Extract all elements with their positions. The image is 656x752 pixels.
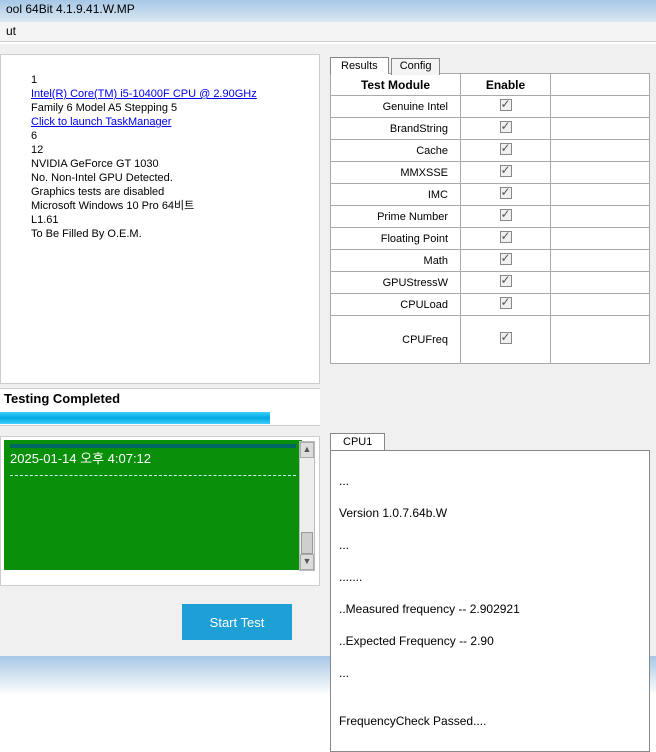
scrollbar[interactable]: ▲ ▼ — [299, 441, 315, 571]
enable-checkbox[interactable] — [500, 187, 512, 199]
enable-checkbox[interactable] — [500, 209, 512, 221]
enable-checkbox[interactable] — [500, 332, 512, 344]
module-name: BrandString — [331, 118, 461, 140]
main-area: 1 Intel(R) Core(TM) i5-10400F CPU @ 2.90… — [0, 44, 656, 656]
info-threads: 12 — [31, 143, 313, 157]
col-blank — [551, 74, 650, 96]
gpu-name: NVIDIA GeForce GT 1030 — [31, 157, 313, 171]
enable-checkbox[interactable] — [500, 253, 512, 265]
gpu-note: No. Non-Intel GPU Detected. — [31, 171, 313, 185]
table-row: Floating Point — [331, 228, 650, 250]
module-name: IMC — [331, 184, 461, 206]
module-name: Prime Number — [331, 206, 461, 228]
module-name: CPULoad — [331, 294, 461, 316]
console-output: 2025-01-14 오후 4:07:12 — [4, 440, 302, 570]
console-timestamp: 2025-01-14 오후 4:07:12 — [10, 448, 296, 467]
enable-checkbox[interactable] — [500, 121, 512, 133]
scroll-up-icon[interactable]: ▲ — [300, 442, 314, 458]
enable-checkbox[interactable] — [500, 297, 512, 309]
cpu-panel: CPU1 ... Version 1.0.7.64b.W ... .......… — [330, 432, 650, 752]
taskmanager-link[interactable]: Click to launch TaskManager — [31, 116, 171, 128]
table-row: CPUFreq — [331, 316, 650, 364]
module-name: MMXSSE — [331, 162, 461, 184]
graphics-disabled: Graphics tests are disabled — [31, 185, 313, 199]
info-cpu-count: 1 — [31, 73, 313, 87]
module-name: Cache — [331, 140, 461, 162]
menu-bar[interactable]: ut — [0, 22, 656, 42]
table-row: Prime Number — [331, 206, 650, 228]
info-cores: 6 — [31, 129, 313, 143]
col-test-module: Test Module — [331, 74, 461, 96]
table-row: CPULoad — [331, 294, 650, 316]
module-name: CPUFreq — [331, 316, 461, 364]
enable-checkbox[interactable] — [500, 165, 512, 177]
os-name: Microsoft Windows 10 Pro 64비트 — [31, 199, 313, 213]
table-row: Cache — [331, 140, 650, 162]
module-name: Genuine Intel — [331, 96, 461, 118]
cpu-line: ... — [339, 537, 641, 553]
cpu-line: ....... — [339, 569, 641, 585]
cpu-tab-strip: CPU1 — [330, 432, 650, 450]
enable-checkbox[interactable] — [500, 99, 512, 111]
tab-strip: Results Config — [330, 56, 650, 73]
scroll-down-icon[interactable]: ▼ — [300, 554, 314, 570]
col-enable: Enable — [461, 74, 551, 96]
table-row: IMC — [331, 184, 650, 206]
enable-checkbox[interactable] — [500, 231, 512, 243]
table-row: BrandString — [331, 118, 650, 140]
enable-checkbox[interactable] — [500, 275, 512, 287]
oem-info: To Be Filled By O.E.M. — [31, 227, 313, 241]
scroll-thumb[interactable] — [301, 532, 313, 554]
cpu-measured-freq: ..Measured frequency -- 2.902921 — [339, 601, 641, 617]
l1-version: L1.61 — [31, 213, 313, 227]
progress-bar — [0, 412, 270, 424]
start-test-button[interactable]: Start Test — [182, 604, 292, 640]
module-name: GPUStressW — [331, 272, 461, 294]
test-module-panel: Results Config Test Module Enable Genuin… — [330, 56, 650, 364]
cpu-line: ... — [339, 665, 641, 681]
enable-checkbox[interactable] — [500, 143, 512, 155]
test-module-table: Test Module Enable Genuine Intel BrandSt… — [330, 73, 650, 364]
cpu-family: Family 6 Model A5 Stepping 5 — [31, 101, 313, 115]
status-text: Testing Completed — [0, 389, 320, 408]
system-info-panel: 1 Intel(R) Core(TM) i5-10400F CPU @ 2.90… — [0, 54, 320, 384]
window-title: ool 64Bit 4.1.9.41.W.MP — [0, 0, 656, 22]
table-row: MMXSSE — [331, 162, 650, 184]
module-name: Math — [331, 250, 461, 272]
table-row: GPUStressW — [331, 272, 650, 294]
tab-cpu1[interactable]: CPU1 — [330, 433, 385, 451]
table-row: Math — [331, 250, 650, 272]
cpu-expected-freq: ..Expected Frequency -- 2.90 — [339, 633, 641, 649]
tab-results[interactable]: Results — [330, 57, 389, 74]
module-name: Floating Point — [331, 228, 461, 250]
cpu-output: ... Version 1.0.7.64b.W ... ....... ..Me… — [330, 450, 650, 752]
status-area: Testing Completed — [0, 388, 320, 426]
table-row: Genuine Intel — [331, 96, 650, 118]
cpu-freqcheck-result: FrequencyCheck Passed.... — [339, 713, 641, 729]
cpu-name-link[interactable]: Intel(R) Core(TM) i5-10400F CPU @ 2.90GH… — [31, 88, 257, 100]
tab-config[interactable]: Config — [391, 58, 441, 75]
cpu-version: Version 1.0.7.64b.W — [339, 505, 641, 521]
table-header-row: Test Module Enable — [331, 74, 650, 96]
cpu-line: ... — [339, 473, 641, 489]
console-panel: 2025-01-14 오후 4:07:12 ▲ ▼ — [0, 436, 320, 586]
